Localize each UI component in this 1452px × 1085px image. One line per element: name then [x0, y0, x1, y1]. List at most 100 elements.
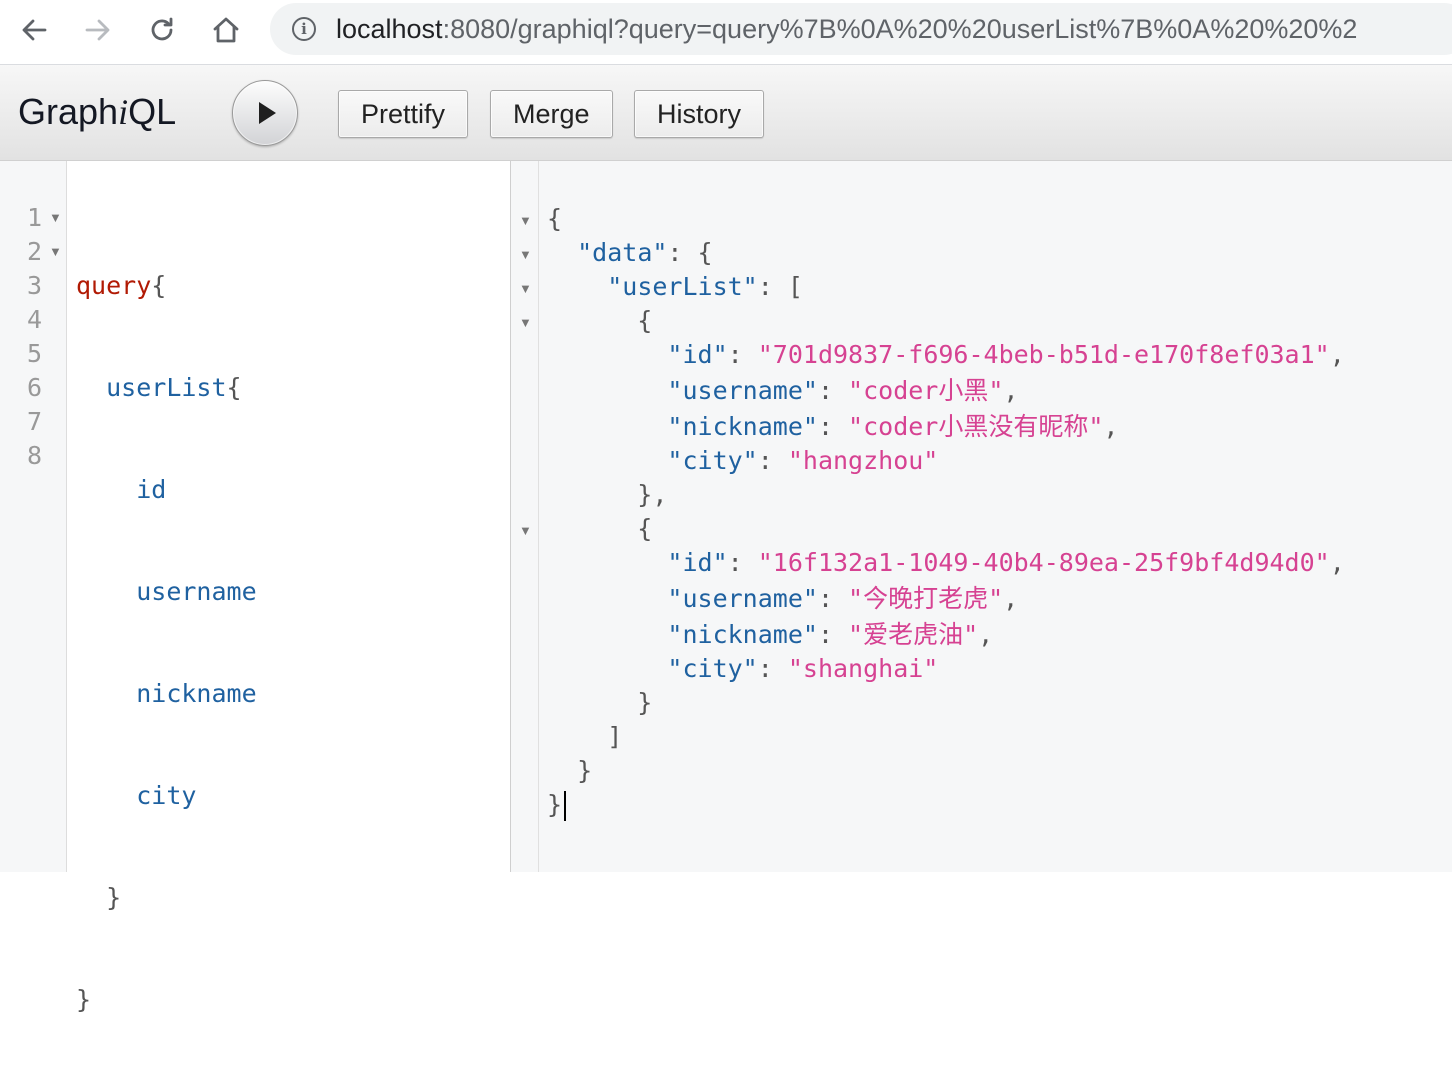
code-line: id: [76, 473, 257, 507]
line-number: 6: [26, 373, 42, 402]
gutter-line: 3: [0, 269, 67, 303]
url-text: localhost:8080/graphiql?query=query%7B%0…: [336, 14, 1357, 45]
browser-toolbar: i localhost:8080/graphiql?query=query%7B…: [0, 0, 1452, 65]
forward-button[interactable]: [78, 10, 118, 50]
text-cursor: [564, 791, 567, 821]
fold-arrow-icon[interactable]: ▼: [49, 201, 62, 235]
line-number: 4: [26, 305, 42, 334]
gutter-line: 6: [0, 371, 67, 405]
city-key: "city": [667, 654, 758, 683]
result-line: "userList": [: [607, 272, 803, 301]
gutter-line: 4: [0, 303, 67, 337]
code-line: query{: [76, 269, 257, 303]
result-line: "username": "今晚打老虎",: [667, 584, 1019, 613]
url-path: :8080/graphiql?query=query%7B%0A%20%20us…: [442, 13, 1358, 44]
data-key: "data": [577, 238, 668, 267]
punct-token: {: [226, 373, 242, 402]
result-code: { "data": { "userList": [ { "id": "701d9…: [547, 201, 1345, 881]
code-line: userList{: [76, 371, 257, 405]
brace: {: [547, 204, 563, 233]
line-number-gutter: 1 ▼ 2 ▼ 3 4 5 6 7 8: [0, 161, 67, 872]
fold-arrow-icon[interactable]: ▼: [519, 523, 532, 538]
code-line: city: [76, 779, 257, 813]
punct-token: {: [151, 271, 167, 300]
address-bar[interactable]: i localhost:8080/graphiql?query=query%7B…: [270, 3, 1452, 55]
url-host: localhost: [336, 13, 443, 44]
result-line: "nickname": "coder小黑没有昵称",: [667, 412, 1119, 441]
result-line: }: [547, 688, 653, 717]
graphiql-toolbar: GraphiQL Prettify Merge History: [0, 65, 1452, 161]
punct-token: }: [76, 985, 92, 1014]
home-button[interactable]: [206, 10, 246, 50]
nickname-value: "爱老虎油": [848, 620, 979, 649]
history-button[interactable]: History: [634, 90, 765, 138]
fold-arrow-icon[interactable]: ▼: [519, 247, 532, 262]
nickname-value: "coder小黑没有昵称": [848, 412, 1104, 441]
arrow-left-icon: [22, 19, 47, 41]
id-value: "16f132a1-1049-40b4-89ea-25f9bf4d94d0": [757, 548, 1330, 577]
city-value: "shanghai": [787, 654, 939, 683]
graphiql-logo: GraphiQL: [18, 91, 176, 133]
result-line: }: [547, 756, 593, 785]
keyword-token: query: [76, 271, 152, 300]
line-number: 3: [26, 271, 42, 300]
back-button[interactable]: [14, 10, 54, 50]
username-key: "username": [667, 376, 818, 405]
result-gutter: ▼ ▼ ▼ ▼ ▼: [511, 161, 539, 872]
logo-suffix: QL: [128, 91, 177, 132]
result-line: ]: [547, 722, 623, 751]
result-line: "id": "16f132a1-1049-40b4-89ea-25f9bf4d9…: [667, 548, 1345, 577]
result-line: "username": "coder小黑",: [667, 376, 1019, 405]
city-key: "city": [667, 446, 758, 475]
userlist-key: "userList": [607, 272, 758, 301]
line-number: 5: [26, 339, 42, 368]
reload-button[interactable]: [142, 10, 182, 50]
result-line: "city": "shanghai": [667, 654, 939, 683]
field-token: id: [136, 475, 167, 504]
fold-arrow-icon[interactable]: ▼: [519, 281, 532, 296]
result-line: "nickname": "爱老虎油",: [667, 620, 994, 649]
result-line: "city": "hangzhou": [667, 446, 939, 475]
code-line: nickname: [76, 677, 257, 711]
result-line: {: [547, 201, 562, 237]
nickname-key: "nickname": [667, 620, 818, 649]
query-code[interactable]: query{ userList{ id username nickname ci…: [76, 201, 257, 1085]
execute-query-button[interactable]: [232, 80, 298, 146]
field-token: city: [136, 781, 197, 810]
field-token: username: [136, 577, 257, 606]
result-line: "id": "701d9837-f696-4beb-b51d-e170f8ef0…: [667, 340, 1345, 369]
code-line: }: [76, 881, 257, 915]
field-token: userList: [106, 373, 227, 402]
info-icon[interactable]: i: [292, 17, 316, 41]
id-key: "id": [667, 340, 728, 369]
nickname-key: "nickname": [667, 412, 818, 441]
play-icon: [259, 102, 276, 124]
home-icon: [213, 17, 239, 43]
fold-arrow-icon[interactable]: ▼: [49, 235, 62, 269]
username-value: "今晚打老虎": [848, 584, 1004, 613]
line-number: 1: [26, 203, 42, 232]
merge-button[interactable]: Merge: [490, 90, 613, 138]
gutter-line: 7: [0, 405, 67, 439]
code-line: username: [76, 575, 257, 609]
fold-arrow-icon[interactable]: ▼: [519, 213, 532, 228]
field-token: nickname: [136, 679, 257, 708]
arrow-right-icon: [85, 19, 110, 41]
prettify-button[interactable]: Prettify: [338, 90, 469, 138]
result-line: },: [547, 480, 668, 509]
logo-italic: i: [118, 92, 129, 132]
query-editor[interactable]: 1 ▼ 2 ▼ 3 4 5 6 7 8 query{ userList{ id us…: [0, 161, 510, 1014]
username-key: "username": [667, 584, 818, 613]
city-value: "hangzhou": [787, 446, 939, 475]
fold-arrow-icon[interactable]: ▼: [519, 315, 532, 330]
line-number: 2: [26, 237, 42, 266]
username-value: "coder小黑": [848, 376, 1004, 405]
result-viewer[interactable]: ▼ ▼ ▼ ▼ ▼ { "data": { "userList": [ { "i…: [511, 161, 1452, 872]
id-key: "id": [667, 548, 728, 577]
